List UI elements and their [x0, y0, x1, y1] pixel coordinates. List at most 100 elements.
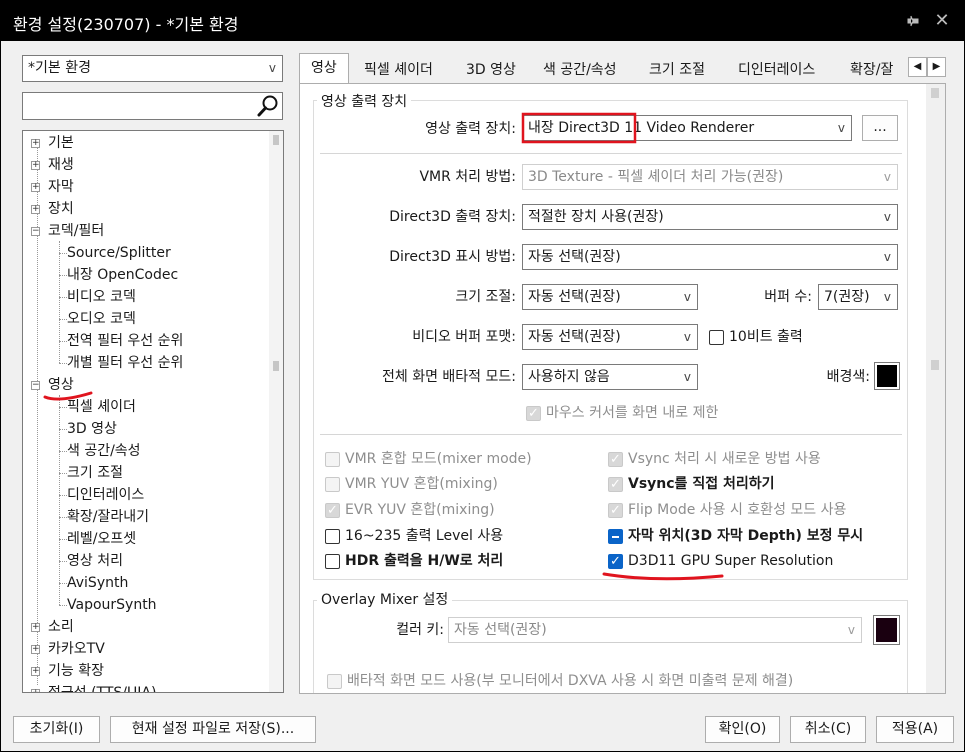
tree-item-video-codec[interactable]: 비디오 코덱: [67, 286, 136, 308]
save-to-file-button[interactable]: 현재 설정 파일로 저장(S)...: [110, 716, 316, 743]
d3d-display-select[interactable]: 자동 선택(권장) v: [522, 244, 898, 270]
tab-scroll-left-icon[interactable]: ◀: [908, 57, 927, 77]
reset-button[interactable]: 초기화(I): [13, 716, 100, 743]
output-device-label: 영상 출력 장치:: [425, 121, 516, 137]
panel-scroll-thumb[interactable]: [931, 88, 939, 98]
chevron-down-icon: v: [883, 290, 891, 304]
search-input[interactable]: [22, 92, 283, 120]
pin-icon[interactable]: [901, 9, 925, 33]
tab-scroll-right-icon[interactable]: ▶: [927, 57, 946, 77]
expand-plus-icon[interactable]: +: [31, 183, 40, 192]
annotation-underline: [43, 391, 93, 401]
video-buffer-format-label: 비디오 버퍼 포맷:: [412, 329, 516, 345]
tree-item-3d-video[interactable]: 3D 영상: [67, 418, 117, 440]
color-key-label: 컬러 키:: [396, 622, 444, 638]
output-device-more-button[interactable]: ...: [862, 115, 898, 141]
chevron-down-icon: v: [883, 210, 891, 224]
tab-resize[interactable]: 크기 조절: [649, 57, 705, 83]
tree-guide: [59, 395, 60, 605]
video-settings-panel: 영상 출력 장치 영상 출력 장치: 내장 Direct3D 11 Video …: [299, 83, 946, 694]
output-device-group-title: 영상 출력 장치: [317, 91, 412, 111]
annotation-underline: [602, 572, 724, 581]
preferences-window: 환경 설정(230707) - *기본 환경 ✕ *기본 환경 v + 기본 + 재…: [0, 0, 965, 752]
chevron-down-icon: v: [837, 121, 845, 135]
profile-select-value: *기본 환경: [28, 60, 91, 76]
chevron-down-icon: v: [683, 290, 691, 304]
tree-item-playback[interactable]: + 재생: [31, 154, 74, 176]
expand-plus-icon[interactable]: +: [31, 689, 40, 692]
video-buffer-format-select[interactable]: 자동 선택(권장) v: [522, 324, 698, 350]
chevron-down-icon: v: [268, 61, 276, 75]
collapse-minus-icon[interactable]: −: [31, 381, 40, 390]
tab-video[interactable]: 영상: [299, 53, 349, 83]
tree-scroll-grip[interactable]: [273, 361, 279, 371]
tree-item-opencodec[interactable]: 내장 OpenCodec: [67, 264, 178, 286]
panel-scroll-grip[interactable]: [931, 360, 939, 370]
window-title: 환경 설정(230707) - *기본 환경: [13, 15, 239, 34]
tree-item-sound[interactable]: + 소리: [31, 616, 74, 638]
d3d-device-select[interactable]: 적절한 장치 사용(권장) v: [522, 204, 898, 230]
chevron-down-icon: v: [883, 250, 891, 264]
tree-item-subtitle[interactable]: + 자막: [31, 176, 74, 198]
panel-scrollbar[interactable]: [926, 84, 945, 693]
tab-pixel-shader[interactable]: 픽셀 셰이더: [364, 57, 433, 83]
tab-color-space[interactable]: 색 공간/속성: [543, 57, 617, 83]
collapse-minus-icon[interactable]: −: [31, 227, 40, 236]
d3d-display-label: Direct3D 표시 방법:: [389, 249, 516, 265]
search-icon[interactable]: [256, 94, 280, 118]
expand-plus-icon[interactable]: +: [31, 161, 40, 170]
tree-item-source-splitter[interactable]: Source/Splitter: [67, 242, 171, 264]
resize-label: 크기 조절:: [455, 289, 516, 305]
tree-item-global-filter-priority[interactable]: 전역 필터 우선 순위: [67, 330, 183, 352]
tree-scrollbar[interactable]: [269, 131, 283, 692]
tree-item-extensions[interactable]: + 기능 확장: [31, 660, 104, 682]
expand-plus-icon[interactable]: +: [31, 139, 40, 148]
color-key-swatch[interactable]: [873, 615, 900, 645]
close-icon[interactable]: ✕: [930, 9, 954, 33]
d3d-device-label: Direct3D 출력 장치:: [389, 209, 516, 225]
buffer-count-select[interactable]: 7(권장) v: [818, 284, 898, 310]
expand-plus-icon[interactable]: +: [31, 623, 40, 632]
ok-button[interactable]: 확인(O): [705, 716, 780, 743]
profile-select[interactable]: *기본 환경 v: [22, 55, 283, 82]
cancel-button[interactable]: 취소(C): [790, 716, 866, 743]
title-bar[interactable]: 환경 설정(230707) - *기본 환경 ✕: [1, 1, 964, 41]
settings-tree[interactable]: + 기본 + 재생 + 자막 + 장치 − 코덱/필터 Source/Splitter 내…: [22, 130, 284, 693]
background-color-label: 배경색:: [826, 369, 870, 385]
tree-item-avisynth[interactable]: AviSynth: [67, 572, 128, 594]
vmr-mode-label: VMR 처리 방법:: [419, 169, 516, 185]
expand-plus-icon[interactable]: +: [31, 667, 40, 676]
tree-item-expand-crop[interactable]: 확장/잘라내기: [67, 506, 149, 528]
tree-item-resize[interactable]: 크기 조절: [67, 462, 123, 484]
tab-expand-crop[interactable]: 확장/잘: [850, 57, 908, 83]
tree-item-basic[interactable]: + 기본: [31, 132, 74, 154]
tab-3d-video[interactable]: 3D 영상: [466, 57, 516, 83]
tree-item-deinterlace[interactable]: 디인터레이스: [67, 484, 144, 506]
tree-item-device[interactable]: + 장치: [31, 198, 74, 220]
tree-item-kakaotv[interactable]: + 카카오TV: [31, 638, 105, 660]
tree-guide: [59, 241, 60, 363]
tree-item-audio-codec[interactable]: 오디오 코덱: [67, 308, 136, 330]
chevron-down-icon: v: [683, 370, 691, 384]
fullscreen-exclusive-select[interactable]: 사용하지 않음 v: [522, 364, 698, 390]
tree-item-video-processing[interactable]: 영상 처리: [67, 550, 123, 572]
color-key-select[interactable]: 자동 선택(권장) v: [448, 617, 862, 643]
tree-item-local-filter-priority[interactable]: 개별 필터 우선 순위: [67, 352, 183, 374]
tree-scroll-thumb[interactable]: [273, 135, 279, 145]
apply-button[interactable]: 적용(A): [876, 716, 954, 743]
tree-item-accessibility[interactable]: + 접근성 (TTS/UIA): [31, 682, 156, 692]
resize-select[interactable]: 자동 선택(권장) v: [522, 284, 698, 310]
video-tab-strip: 영상 픽셀 셰이더 3D 영상 색 공간/속성 크기 조절 디인터레이스 확장/…: [299, 53, 947, 83]
tree-item-color-space[interactable]: 색 공간/속성: [67, 440, 141, 462]
chevron-down-icon: v: [683, 330, 691, 344]
tree-item-codec-filter[interactable]: − 코덱/필터: [31, 220, 104, 242]
tree-item-vapoursynth[interactable]: VapourSynth: [67, 594, 157, 616]
overlay-mixer-group-title: Overlay Mixer 설정: [317, 589, 453, 609]
tree-item-level-offset[interactable]: 레벨/오프셋: [67, 528, 136, 550]
chevron-down-icon: v: [847, 623, 855, 637]
expand-plus-icon[interactable]: +: [31, 645, 40, 654]
tab-deinterlace[interactable]: 디인터레이스: [738, 57, 815, 83]
background-color-swatch[interactable]: [874, 362, 900, 390]
expand-plus-icon[interactable]: +: [31, 205, 40, 214]
vmr-mode-select[interactable]: 3D Texture - 픽셀 셰이더 처리 가능(권장) v: [522, 164, 898, 190]
